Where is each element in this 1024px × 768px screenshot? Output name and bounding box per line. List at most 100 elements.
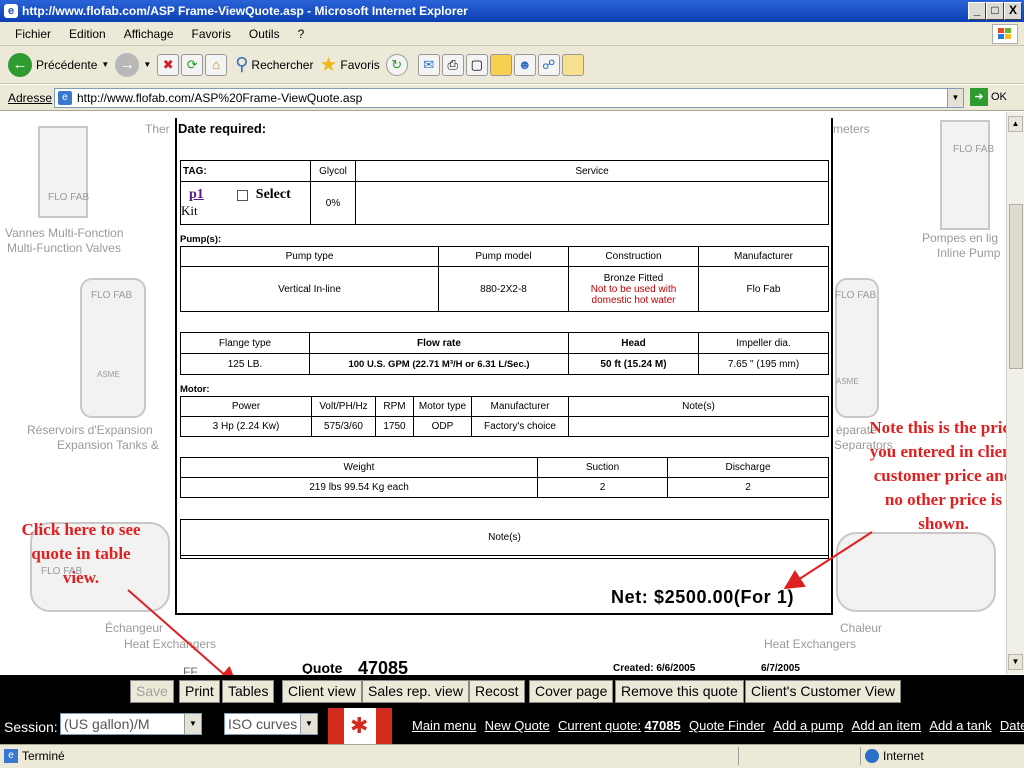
- favorites-button[interactable]: ★ Favoris: [319, 52, 379, 77]
- sales-rep-view-button[interactable]: Sales rep. view: [362, 680, 469, 703]
- vertical-scrollbar[interactable]: ▲ ▼: [1006, 112, 1024, 674]
- quote-finder-link[interactable]: Quote Finder: [689, 718, 765, 733]
- scroll-thumb[interactable]: [1009, 204, 1023, 369]
- home-icon[interactable]: ⌂: [205, 53, 228, 76]
- curves-select[interactable]: ISO curves ▼: [224, 713, 318, 735]
- menu-favoris[interactable]: Favoris: [192, 27, 231, 41]
- tag-header: TAG:: [180, 160, 311, 182]
- cover-page-button[interactable]: Cover page: [529, 680, 614, 703]
- service-value: [355, 181, 829, 225]
- scroll-down-icon[interactable]: ▼: [1008, 654, 1023, 670]
- date-required-label: Date required:: [178, 121, 267, 136]
- unit-select[interactable]: (US gallon)/M ▼: [60, 713, 202, 735]
- nav-links: Main menu New Quote Current quote: 47085…: [412, 718, 1024, 733]
- refresh-icon[interactable]: ⟳: [181, 53, 204, 76]
- head-header: Head: [568, 332, 699, 354]
- quote-label: Quote: [302, 660, 343, 674]
- close-button[interactable]: X: [1004, 2, 1022, 20]
- maximize-button[interactable]: □: [986, 2, 1004, 20]
- page-done-icon: e: [4, 749, 18, 763]
- menu-bar: Fichier Edition Affichage Favoris Outils…: [0, 22, 1024, 46]
- pump-model-header: Pump model: [438, 246, 569, 267]
- bg-text-ff: FF: [183, 665, 198, 674]
- action-bar: Save Print Tables Client view Sales rep.…: [0, 675, 1024, 707]
- go-label: OK: [991, 91, 1007, 103]
- menu-edition[interactable]: Edition: [69, 27, 106, 41]
- search-icon: ⚲: [235, 54, 249, 74]
- kit-label: Kit: [181, 203, 198, 218]
- globe-icon: [865, 749, 879, 763]
- motor-notes-header: Note(s): [568, 396, 829, 417]
- current-quote-link[interactable]: Current quote:: [558, 718, 641, 733]
- remove-quote-button[interactable]: Remove this quote: [615, 680, 744, 703]
- flow-rate-header: Flow rate: [309, 332, 569, 354]
- client-view-button[interactable]: Client view: [282, 680, 362, 703]
- discharge-header: Discharge: [667, 457, 829, 478]
- new-quote-link[interactable]: New Quote: [485, 718, 550, 733]
- favorites-label: Favoris: [340, 57, 380, 72]
- impeller-value: 7.65 " (195 mm): [698, 353, 829, 375]
- pump-type-value: Vertical In-line: [180, 266, 439, 312]
- weight-header: Weight: [180, 457, 538, 478]
- print-icon[interactable]: ⎙: [441, 53, 464, 76]
- add-pump-link[interactable]: Add a pump: [773, 718, 843, 733]
- tables-button[interactable]: Tables: [222, 680, 275, 703]
- tag-cell: p1 Select Kit: [180, 181, 311, 225]
- edit-icon[interactable]: ▢: [465, 53, 488, 76]
- bg-text-hx-fr: Échangeur: [105, 621, 164, 635]
- address-url: http://www.flofab.com/ASP%20Frame-ViewQu…: [77, 91, 363, 105]
- messenger-icon[interactable]: ☻: [513, 53, 536, 76]
- address-label: Adresse: [8, 90, 53, 105]
- asme-badge: ASME: [836, 377, 859, 386]
- search-button[interactable]: ⚲ Rechercher: [235, 54, 313, 75]
- clients-customer-view-button[interactable]: Client's Customer View: [745, 680, 902, 703]
- mail-icon[interactable]: ✉: [417, 53, 440, 76]
- forward-arrow-icon: →: [115, 52, 140, 77]
- main-menu-link[interactable]: Main menu: [412, 718, 476, 733]
- motor-type-header: Motor type: [413, 396, 472, 417]
- pumps-label: Pump(s):: [180, 234, 222, 245]
- select-label: Select: [255, 187, 291, 202]
- dates-link[interactable]: Dates: [1000, 718, 1024, 733]
- asme-badge: ASME: [97, 370, 120, 379]
- notes-value: [180, 555, 829, 559]
- menu-fichier[interactable]: Fichier: [15, 27, 51, 41]
- history-icon[interactable]: ↻: [385, 53, 408, 76]
- back-button[interactable]: ← Précédente ▼: [8, 52, 109, 77]
- canada-flag-icon[interactable]: ✱: [328, 708, 392, 744]
- address-input[interactable]: e http://www.flofab.com/ASP%20Frame-View…: [54, 88, 964, 108]
- scroll-up-icon[interactable]: ▲: [1008, 116, 1023, 132]
- menu-affichage[interactable]: Affichage: [124, 27, 174, 41]
- address-dropdown-icon[interactable]: ▼: [947, 89, 963, 107]
- dropdown-arrow-icon: ▼: [143, 60, 152, 69]
- tag-link[interactable]: p1: [189, 187, 204, 203]
- chevron-down-icon: ▼: [184, 714, 201, 734]
- go-button[interactable]: ➔ OK: [970, 88, 1007, 106]
- clipboard-icon[interactable]: [561, 53, 584, 76]
- save-button[interactable]: Save: [130, 680, 174, 703]
- minimize-button[interactable]: _: [968, 2, 986, 20]
- research-icon[interactable]: ☍: [537, 53, 560, 76]
- current-quote-number[interactable]: 47085: [645, 718, 681, 733]
- stop-icon[interactable]: ✖: [157, 53, 180, 76]
- motor-type-value: ODP: [413, 416, 472, 437]
- menu-outils[interactable]: Outils: [249, 27, 280, 41]
- flofab-logo: FLO FAB: [48, 192, 90, 203]
- zone-label: Internet: [883, 749, 924, 763]
- select-checkbox[interactable]: [236, 189, 248, 201]
- manufacturer-value: Flo Fab: [698, 266, 829, 312]
- glycol-value: 0%: [310, 181, 356, 225]
- add-tank-link[interactable]: Add a tank: [929, 718, 991, 733]
- tables-annotation: Click here to see quote in table view.: [21, 520, 141, 587]
- session-bar: Session: (US gallon)/M ▼ ISO curves ▼ ✱ …: [0, 707, 1024, 744]
- folder-icon[interactable]: [489, 53, 512, 76]
- bg-text-valves-en: Multi-Function Valves: [7, 241, 121, 255]
- add-item-link[interactable]: Add an item: [852, 718, 921, 733]
- menu-help[interactable]: ?: [298, 27, 305, 41]
- weight-value: 219 lbs 99.54 Kg each: [180, 477, 538, 498]
- construction-header: Construction: [568, 246, 699, 267]
- net-price: Net: $2500.00(For 1): [611, 587, 795, 607]
- recost-button[interactable]: Recost: [469, 680, 525, 703]
- forward-button[interactable]: → ▼: [115, 52, 152, 77]
- print-button[interactable]: Print: [179, 680, 220, 703]
